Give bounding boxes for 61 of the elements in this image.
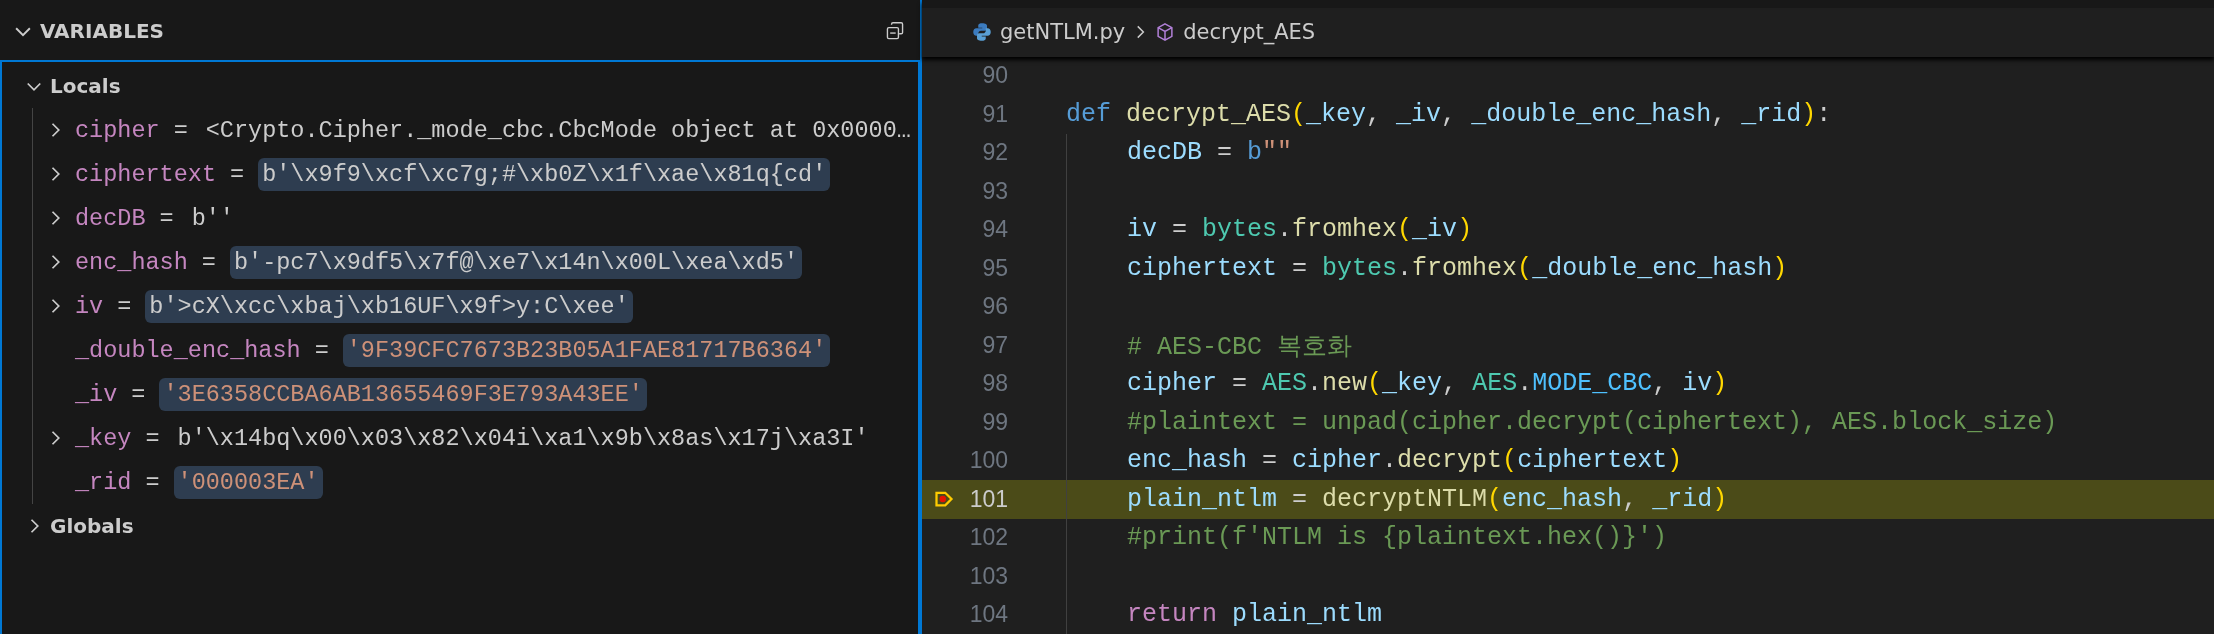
line-number: 102 [968,524,1008,552]
variable-value: b'' [190,203,235,234]
python-icon [972,22,992,43]
code-text: ciphertext = bytes.fromhex(_double_enc_hash) [1127,253,1788,283]
scope-item[interactable]: Globals [2,504,134,548]
code-text: enc_hash = cipher.decrypt(ciphertext) [1127,446,1683,476]
code-text: # AES-CBC 복호화 [1127,331,1353,362]
variable-name: enc_hash [75,248,188,276]
variable-value: b'\x9f9\xcf\xc7g;#\xb0Z\x1f\xae\x81q{cd' [258,157,831,191]
line-number: 90 [981,62,1008,90]
variable-name: iv [75,292,104,320]
line-number: 93 [981,177,1008,205]
variable-name: _double_enc_hash [75,336,301,364]
line-number: 95 [981,254,1008,282]
variable-value: '000003EA' [173,465,323,499]
variable-name: cipher [75,116,160,144]
variable-value: '9F39CFC7673B23B05A1FAE81717B6364' [342,333,831,367]
variable-value: '3E6358CCBA6AB13655469F3E793A43EE' [159,377,647,411]
equals-sign: = [145,468,160,496]
equals-sign: = [201,248,216,276]
variable-name: _key [75,424,132,452]
variable-name: decDB [75,204,146,232]
line-number: 104 [968,601,1008,629]
equals-sign: = [173,116,188,144]
code-text: iv = bytes.fromhex(_iv) [1127,215,1473,245]
code-text: cipher = AES.new(_key, AES.MODE_CBC, iv) [1127,369,1728,399]
variable-name: _iv [75,380,118,408]
variable-name: _rid [75,468,132,496]
line-number: 92 [981,139,1008,167]
line-number: 101 [968,485,1008,513]
line-number: 99 [981,408,1008,436]
equals-sign: = [159,204,174,232]
scope-item[interactable]: Locals [2,64,121,108]
code-text: #print(f'NTLM is {plaintext.hex()}') [1127,523,1668,553]
variable-value: b'\x14bq\x00\x03\x82\x04i\xa1\x9b\x8as\x17j\xa3I' [176,423,870,454]
line-number: 98 [981,370,1008,398]
line-number: 94 [981,216,1008,244]
collapse-all-icon[interactable] [884,20,906,42]
equals-sign: = [230,160,245,188]
variable-value: b'>cX\xcc\xbaj\xb16UF\x9f>y:C\xee' [145,289,633,323]
cube-icon [1155,22,1176,43]
equals-sign: = [117,292,132,320]
code-text: #plaintext = unpad(cipher.decrypt(ciphertext), AES.block_size) [1127,407,2058,437]
line-number: 103 [968,562,1008,590]
code-text: def decrypt_AES(_key, _iv, _double_enc_hash, _rid): [1066,99,1832,129]
breadcrumb-item[interactable]: getNTLM.py [972,20,1126,45]
code-text: decDB = b"" [1127,138,1293,168]
variable-value: <Crypto.Cipher._mode_cbc.CbcMode object at 0x0000… [204,115,912,146]
line-number: 97 [981,331,1008,359]
code-text: return plain_ntlm [1127,600,1383,630]
line-number: 96 [981,293,1008,321]
equals-sign: = [314,336,329,364]
breadcrumb-item[interactable]: decrypt_AES [1155,20,1316,45]
panel-title: VARIABLES [40,19,164,43]
equals-sign: = [131,380,146,408]
line-number: 100 [968,447,1008,475]
variable-name: ciphertext [75,160,217,188]
line-number: 91 [981,100,1008,128]
code-text: plain_ntlm = decryptNTLM(enc_hash, _rid) [1127,484,1728,514]
equals-sign: = [145,424,160,452]
variable-value: b'-pc7\x9df5\x7f@\xe7\x14n\x00L\xea\xd5' [229,245,803,279]
